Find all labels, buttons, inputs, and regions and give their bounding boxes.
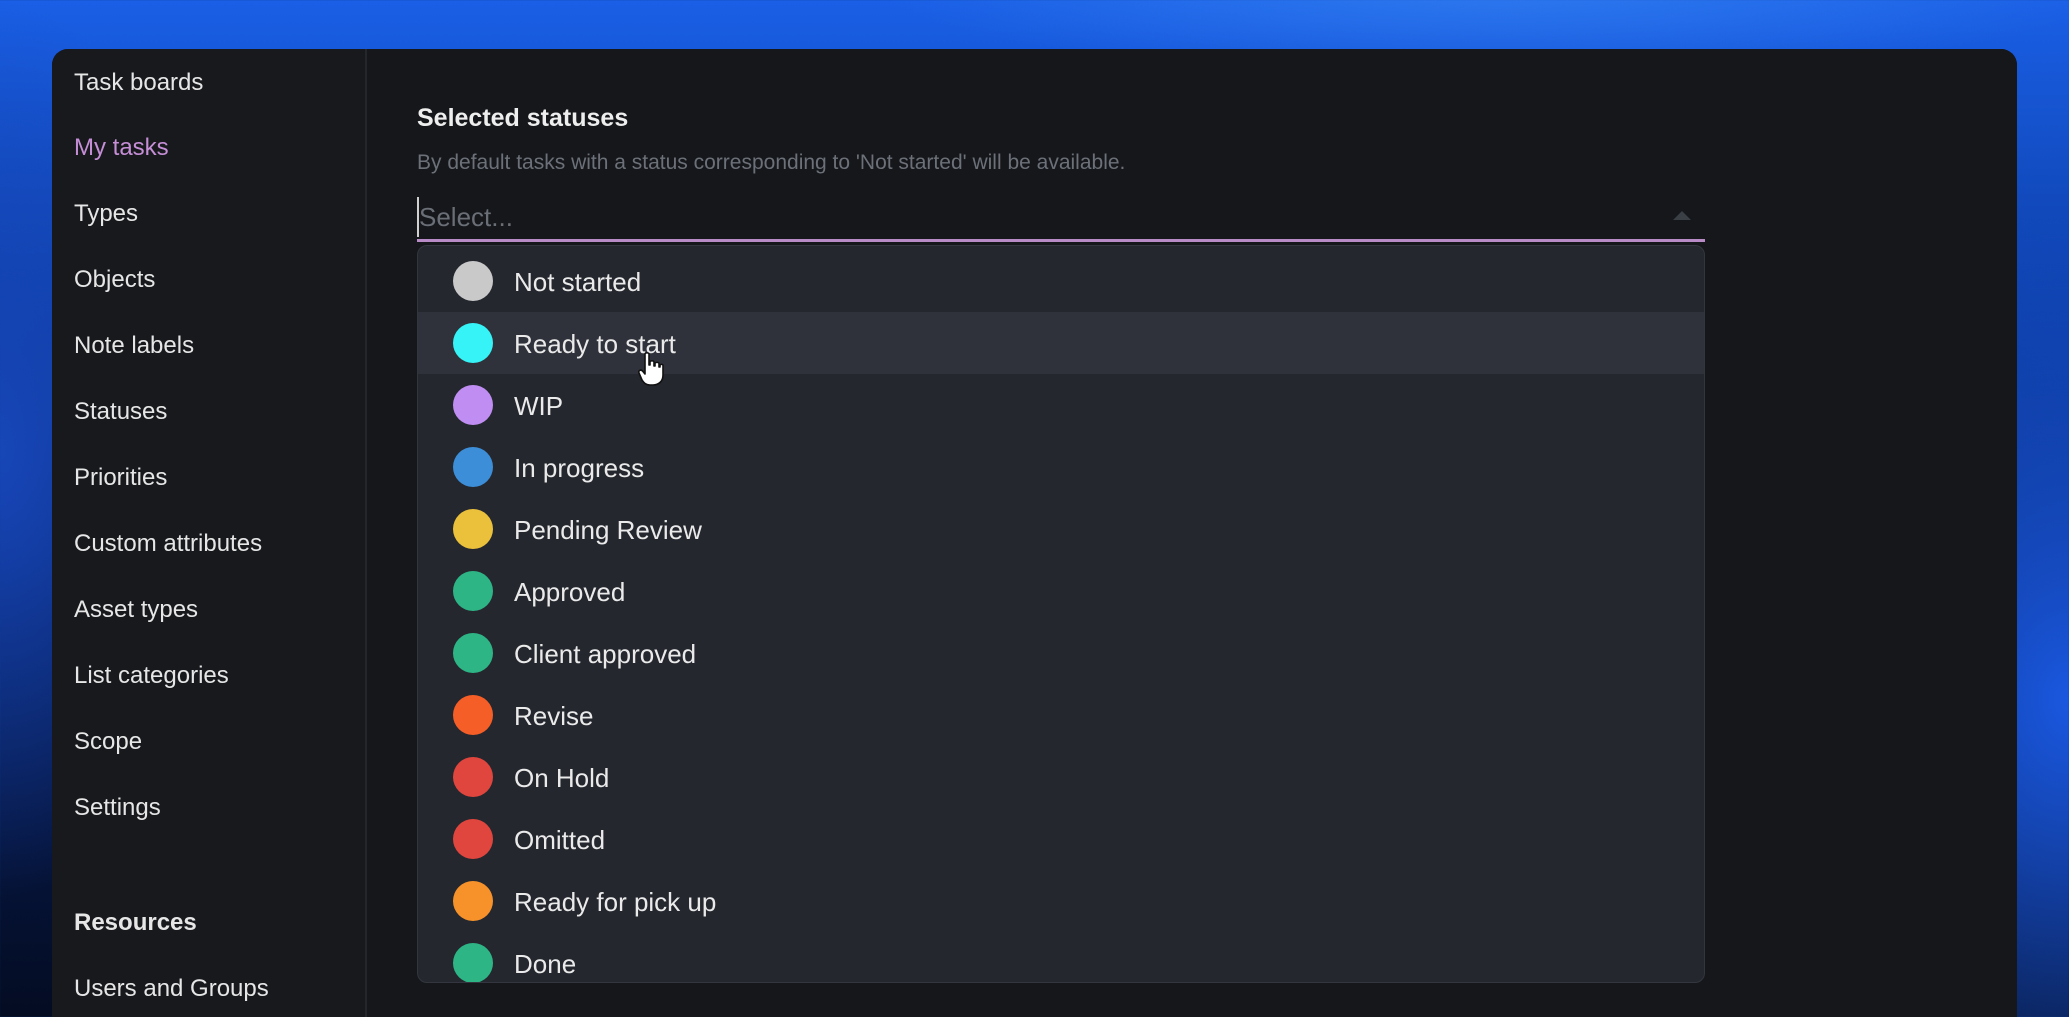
dropdown-option-label: WIP bbox=[514, 391, 564, 421]
dropdown-option-label: Omitted bbox=[514, 825, 606, 855]
dropdown-option-on-hold[interactable]: On Hold bbox=[418, 746, 1704, 808]
status-select-input[interactable] bbox=[417, 197, 1649, 237]
sidebar-item-users-and-groups[interactable]: Users and Groups bbox=[74, 975, 269, 1003]
sidebar-item-objects[interactable]: Objects bbox=[74, 266, 155, 294]
field-label: Selected statuses bbox=[417, 104, 629, 132]
dropdown-option-ready-to-start[interactable]: Ready to start bbox=[418, 312, 1704, 374]
status-color-dot bbox=[453, 385, 493, 425]
dropdown-option-not-started[interactable]: Not started bbox=[418, 250, 1704, 312]
sidebar-item-scope[interactable]: Scope bbox=[74, 728, 142, 756]
dropdown-option-approved[interactable]: Approved bbox=[418, 560, 1704, 622]
sidebar-item-task-boards[interactable]: Task boards bbox=[74, 69, 203, 97]
dropdown-option-label: On Hold bbox=[514, 763, 610, 793]
dropdown-option-label: Done bbox=[514, 949, 577, 979]
sidebar: Task boards My tasks Types Objects Note … bbox=[52, 49, 367, 1017]
dropdown-option-wip[interactable]: WIP bbox=[418, 374, 1704, 436]
sidebar-item-list-categories[interactable]: List categories bbox=[74, 662, 229, 690]
status-color-dot bbox=[453, 571, 493, 611]
status-color-dot bbox=[453, 509, 493, 549]
dropdown-option-client-approved[interactable]: Client approved bbox=[418, 622, 1704, 684]
sidebar-item-asset-types[interactable]: Asset types bbox=[74, 596, 198, 624]
settings-window: Task boards My tasks Types Objects Note … bbox=[52, 49, 2017, 1017]
sidebar-item-my-tasks[interactable]: My tasks bbox=[74, 134, 169, 162]
status-color-dot bbox=[453, 323, 493, 363]
field-help-text: By default tasks with a status correspon… bbox=[417, 151, 1126, 174]
main-panel: Selected statuses By default tasks with … bbox=[367, 49, 2017, 1017]
dropdown-option-label: Ready for pick up bbox=[514, 887, 717, 917]
dropdown-option-done[interactable]: Done bbox=[418, 932, 1704, 982]
dropdown-option-pending-review[interactable]: Pending Review bbox=[418, 498, 1704, 560]
dropdown-option-label: In progress bbox=[514, 453, 645, 483]
dropdown-option-label: Pending Review bbox=[514, 515, 702, 545]
dropdown-option-revise[interactable]: Revise bbox=[418, 684, 1704, 746]
sidebar-item-priorities[interactable]: Priorities bbox=[74, 464, 167, 492]
dropdown-option-label: Client approved bbox=[514, 639, 697, 669]
sidebar-item-types[interactable]: Types bbox=[74, 200, 138, 228]
dropdown-option-ready-for-pick-up[interactable]: Ready for pick up bbox=[418, 870, 1704, 932]
sidebar-item-settings[interactable]: Settings bbox=[74, 794, 161, 822]
caret-up-icon[interactable] bbox=[1673, 211, 1691, 220]
status-color-dot bbox=[453, 881, 493, 921]
status-color-dot bbox=[453, 819, 493, 859]
status-color-dot bbox=[453, 261, 493, 301]
status-color-dot bbox=[453, 447, 493, 487]
sidebar-item-note-labels[interactable]: Note labels bbox=[74, 332, 194, 360]
dropdown-option-label: Not started bbox=[514, 267, 642, 297]
dropdown-option-label: Revise bbox=[514, 701, 594, 731]
dropdown-option-label: Approved bbox=[514, 577, 626, 607]
dropdown-option-label: Ready to start bbox=[514, 329, 676, 359]
status-color-dot bbox=[453, 695, 493, 735]
status-color-dot bbox=[453, 633, 493, 673]
sidebar-item-custom-attributes[interactable]: Custom attributes bbox=[74, 530, 262, 558]
sidebar-heading-resources: Resources bbox=[74, 909, 197, 936]
dropdown-option-omitted[interactable]: Omitted bbox=[418, 808, 1704, 870]
dropdown-option-in-progress[interactable]: In progress bbox=[418, 436, 1704, 498]
status-color-dot bbox=[453, 943, 493, 982]
sidebar-item-statuses[interactable]: Statuses bbox=[74, 398, 167, 426]
status-color-dot bbox=[453, 757, 493, 797]
status-select[interactable] bbox=[417, 197, 1705, 242]
status-dropdown-menu: Not started Ready to start WIP In progre… bbox=[417, 245, 1705, 983]
